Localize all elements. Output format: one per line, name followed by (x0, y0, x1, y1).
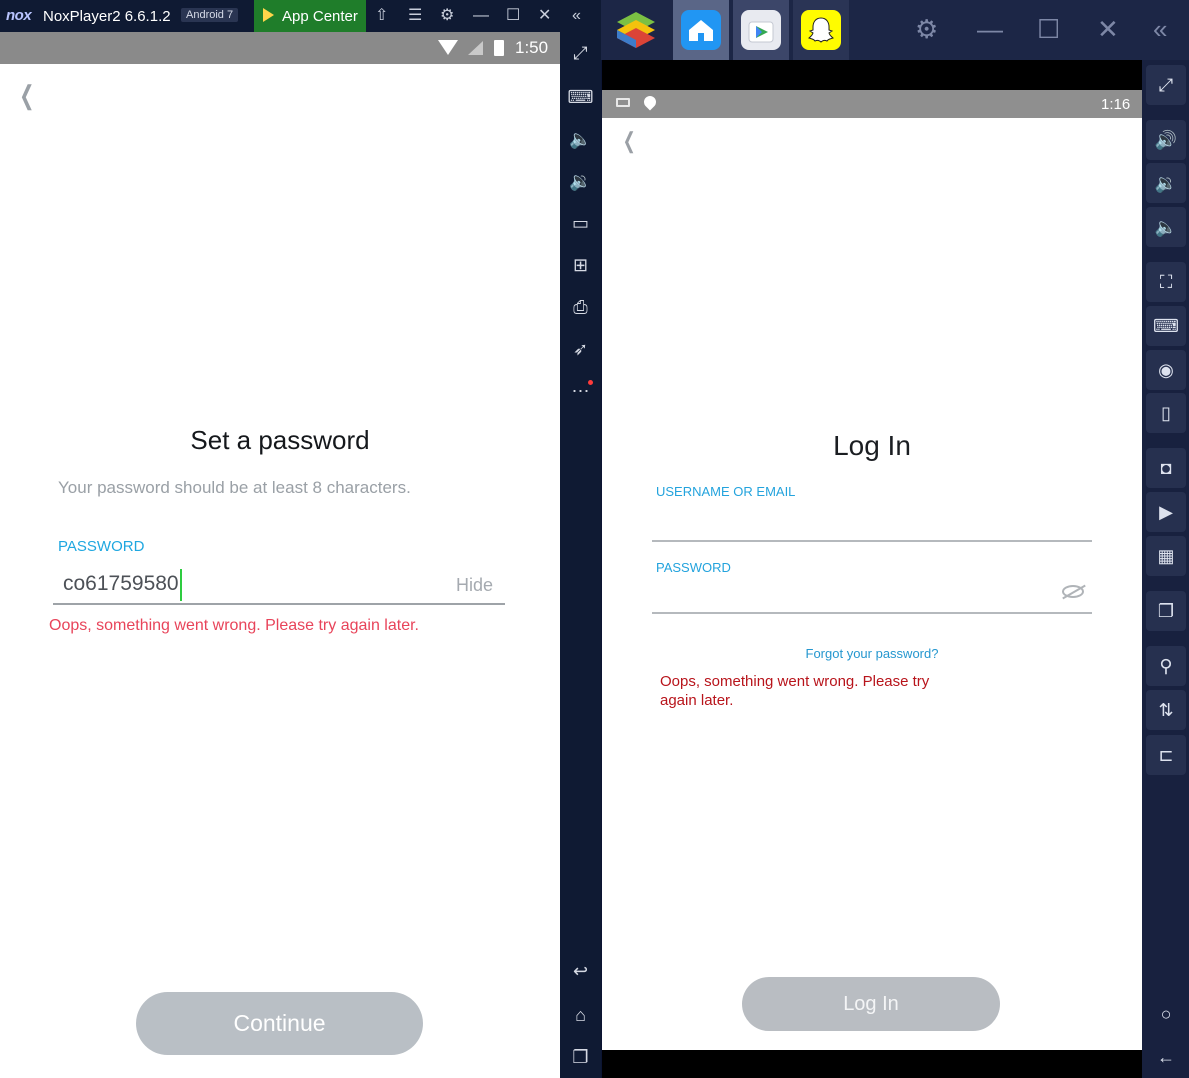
shake-device-icon[interactable]: ⇅ (1146, 690, 1186, 730)
status-time: 1:50 (515, 38, 549, 57)
fullscreen-icon[interactable]: ⤢ (1146, 65, 1186, 105)
signal-icon (468, 41, 483, 55)
top-black-bar (602, 60, 1142, 90)
app-center-button[interactable]: App Center (254, 0, 366, 32)
maximize-icon[interactable]: ☐ (1037, 14, 1060, 44)
play-store-icon (263, 8, 274, 22)
login-button[interactable]: Log In (742, 977, 1000, 1031)
keyboard-icon[interactable]: ⌨ (1146, 306, 1186, 346)
gear-icon[interactable]: ⚙ (440, 6, 454, 26)
maximize-icon[interactable]: ☐ (506, 6, 520, 26)
back-chevron-icon[interactable]: ❮ (623, 128, 636, 154)
print-icon[interactable]: ⎙ (560, 296, 601, 318)
snapchat-icon (801, 10, 841, 50)
bluestacks-sidebar: ⤢ 🔊 🔉 🔈 ⛶ ⌨ ◉ ▯ ◘ ▶ ▦ ❐ ⚲ ⇅ ⊏ ○ ← (1142, 60, 1189, 1078)
minimize-icon[interactable]: — (977, 14, 1003, 44)
resize-icon[interactable]: ⊏ (1146, 735, 1186, 775)
password-label: PASSWORD (58, 538, 145, 555)
shirt-icon[interactable]: ⇧ (375, 6, 388, 26)
status-time: 1:16 (1101, 96, 1131, 113)
volume-down-icon[interactable]: 🔉 (560, 170, 601, 192)
bottom-black-bar (602, 1050, 1142, 1078)
bluestacks-window: ⚙ — ☐ ✕ « 1:16 ❮ Log In USERNAME OR EMAI… (601, 0, 1189, 1078)
bluestacks-android-screen: 1:16 ❮ Log In USERNAME OR EMAIL PASSWORD… (602, 60, 1142, 1050)
notification-dot-icon (588, 380, 593, 385)
password-hint: Your password should be at least 8 chara… (58, 478, 411, 497)
multi-instance-icon[interactable]: ❐ (1146, 591, 1186, 631)
home-circle-icon[interactable]: ○ (1146, 994, 1186, 1034)
nox-sidebar: ⤢ ⌨ 🔈 🔉 ▭ ⊞ ⎙ ➶ ⋯ ↩ ⌂ ❐ (560, 32, 601, 1078)
password-input[interactable] (652, 612, 1092, 614)
fullscreen-icon[interactable]: ⤢ (560, 42, 601, 64)
password-label: PASSWORD (656, 560, 731, 575)
android-status-bar: 1:50 (0, 32, 560, 64)
bluestacks-topbar: ⚙ — ☐ ✕ « (601, 0, 1189, 60)
eye-icon[interactable]: ◉ (1146, 350, 1186, 390)
continue-button[interactable]: Continue (136, 992, 423, 1055)
rocket-icon[interactable]: ➶ (560, 338, 601, 360)
android-version-badge: Android 7 (181, 8, 239, 22)
back-icon[interactable]: ↩ (560, 960, 601, 982)
nox-logo: nox (6, 7, 32, 24)
location-icon[interactable]: ⚲ (1146, 646, 1186, 686)
minimize-icon[interactable]: — (473, 6, 489, 26)
battery-icon (494, 40, 504, 56)
media-icon[interactable]: ▦ (1146, 536, 1186, 576)
more-icon[interactable]: ⋯ (560, 380, 601, 402)
home-app-icon (681, 10, 721, 50)
close-icon[interactable]: ✕ (538, 6, 551, 26)
volume-icon[interactable]: 🔈 (1146, 207, 1186, 247)
page-title: Set a password (190, 425, 370, 455)
snapchat-tab[interactable] (793, 0, 849, 60)
keyboard-icon[interactable]: ⌨ (560, 86, 601, 108)
play-store-icon (741, 10, 781, 50)
nox-android-screen: 1:50 ❮ Set a password Your password shou… (0, 32, 560, 1078)
android-status-bar: 1:16 (602, 90, 1142, 118)
back-chevron-icon[interactable]: ❮ (19, 80, 34, 111)
notification-icon (616, 98, 630, 107)
location-pin-icon (641, 93, 659, 111)
rotate-icon[interactable]: ▯ (1146, 393, 1186, 433)
nox-titlebar: nox NoxPlayer2 6.6.1.2 Android 7 App Cen… (0, 0, 601, 32)
shake-icon[interactable]: ⛶ (1146, 262, 1186, 302)
gear-icon[interactable]: ⚙ (915, 14, 938, 44)
play-store-tab[interactable] (733, 0, 789, 60)
back-arrow-icon[interactable]: ← (1146, 1037, 1186, 1077)
hide-password-toggle[interactable]: Hide (456, 575, 493, 596)
recent-apps-icon[interactable]: ❐ (560, 1046, 601, 1068)
page-title: Log In (833, 430, 911, 461)
home-tab[interactable] (673, 0, 729, 60)
volume-up-icon[interactable]: 🔈 (560, 128, 601, 150)
collapse-sidebar-icon[interactable]: « (572, 6, 581, 26)
forgot-password-link[interactable]: Forgot your password? (602, 646, 1142, 661)
menu-icon[interactable]: ☰ (408, 6, 422, 26)
add-apk-icon[interactable]: ⊞ (560, 254, 601, 276)
record-icon[interactable]: ▶ (1146, 492, 1186, 532)
nox-player-window: nox NoxPlayer2 6.6.1.2 Android 7 App Cen… (0, 0, 601, 1078)
app-center-label: App Center (282, 8, 358, 25)
nox-window-title: NoxPlayer2 6.6.1.2 (43, 8, 171, 25)
username-label: USERNAME OR EMAIL (656, 484, 796, 499)
username-input[interactable] (652, 540, 1092, 542)
volume-down-icon[interactable]: 🔉 (1146, 163, 1186, 203)
close-icon[interactable]: ✕ (1097, 14, 1119, 44)
home-icon[interactable]: ⌂ (560, 1004, 601, 1026)
camera-icon[interactable]: ◘ (1146, 448, 1186, 488)
volume-up-icon[interactable]: 🔊 (1146, 120, 1186, 160)
password-underline (53, 603, 505, 605)
error-message: Oops, something went wrong. Please try a… (660, 673, 930, 709)
collapse-sidebar-icon[interactable]: « (1153, 14, 1167, 44)
wifi-icon (438, 40, 458, 55)
bluestacks-logo (617, 12, 655, 48)
error-message: Oops, something went wrong. Please try a… (49, 617, 419, 634)
password-input[interactable]: co61759580 (63, 572, 179, 596)
screen-icon[interactable]: ▭ (560, 212, 601, 234)
text-caret (180, 569, 182, 601)
